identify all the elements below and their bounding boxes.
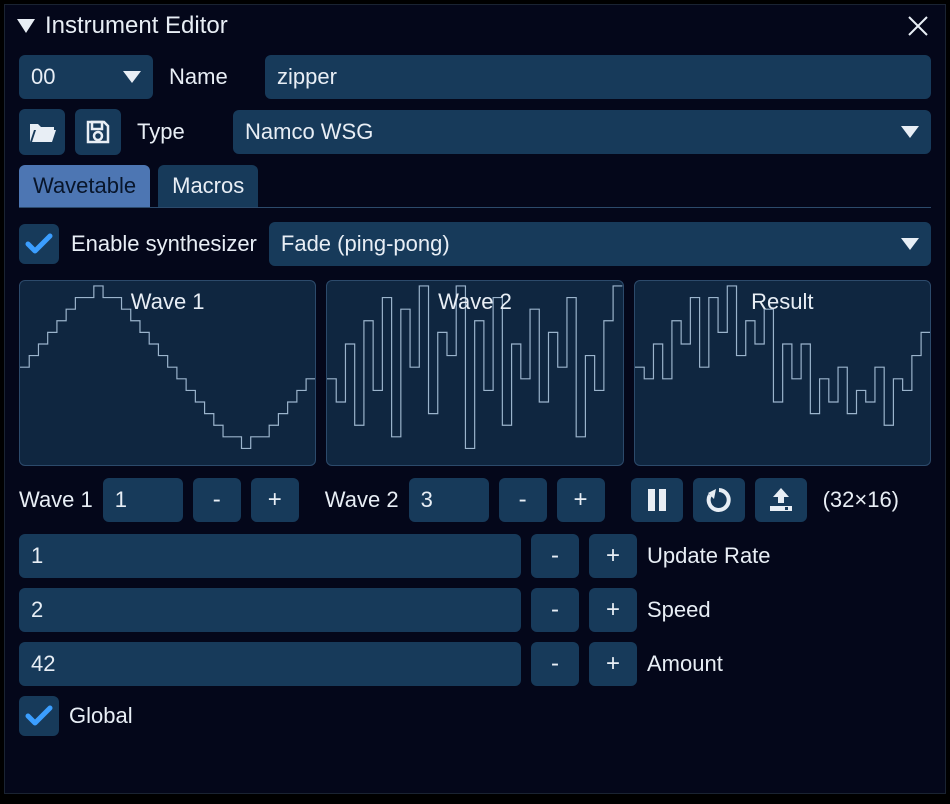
result-plot [635,281,930,465]
wave2-value: 3 [421,487,433,513]
wave1-label: Wave 1 [19,487,93,513]
open-button[interactable] [19,109,65,155]
amount-minus-button[interactable]: - [531,642,579,686]
upload-icon [768,488,794,512]
update-rate-plus-button[interactable]: + [589,534,637,578]
wave1-value: 1 [115,487,127,513]
wave2-plus-button[interactable]: + [557,478,605,522]
restart-icon [706,487,732,513]
name-value: zipper [277,64,337,90]
wave2-value-input[interactable]: 3 [409,478,489,522]
collapse-icon[interactable] [17,19,35,33]
update-rate-label: Update Rate [647,543,771,569]
speed-input[interactable]: 2 [19,588,521,632]
wave1-preview[interactable]: Wave 1 [19,280,316,466]
wave1-plot [20,281,315,465]
instrument-index-value: 00 [31,64,55,90]
pause-icon [647,489,667,511]
speed-value: 2 [31,597,43,623]
enable-synth-checkbox[interactable] [19,224,59,264]
tab-macros[interactable]: Macros [158,165,258,207]
wave1-plus-button[interactable]: + [251,478,299,522]
name-input[interactable]: zipper [265,55,931,99]
speed-plus-button[interactable]: + [589,588,637,632]
chevron-down-icon [901,126,919,138]
wave2-minus-button[interactable]: - [499,478,547,522]
amount-label: Amount [647,651,723,677]
tabs: Wavetable Macros [19,165,931,208]
window-body: 00 Name zipper Type [5,47,945,744]
wave1-minus-button[interactable]: - [193,478,241,522]
chevron-down-icon [123,71,141,83]
wave2-preview[interactable]: Wave 2 [326,280,623,466]
restart-button[interactable] [693,478,745,522]
result-preview[interactable]: Result [634,280,931,466]
save-button[interactable] [75,109,121,155]
wave2-plot [327,281,622,465]
tab-wavetable[interactable]: Wavetable [19,165,150,207]
speed-minus-button[interactable]: - [531,588,579,632]
close-icon[interactable] [903,11,933,41]
global-checkbox[interactable] [19,696,59,736]
type-value: Namco WSG [245,119,373,145]
instrument-editor-window: Instrument Editor 00 Name zipper [4,4,946,794]
update-rate-value: 1 [31,543,43,569]
folder-open-icon [28,120,56,144]
enable-synth-label: Enable synthesizer [71,231,257,257]
window-title: Instrument Editor [45,12,903,40]
amount-plus-button[interactable]: + [589,642,637,686]
global-label: Global [69,703,133,729]
amount-input[interactable]: 42 [19,642,521,686]
check-icon [25,704,53,728]
check-icon [25,232,53,256]
type-select[interactable]: Namco WSG [233,110,931,154]
update-rate-minus-button[interactable]: - [531,534,579,578]
chevron-down-icon [901,238,919,250]
speed-label: Speed [647,597,711,623]
pause-button[interactable] [631,478,683,522]
wave2-label: Wave 2 [325,487,399,513]
type-label: Type [131,119,223,145]
amount-value: 42 [31,651,55,677]
wave-dimensions: (32×16) [823,487,899,513]
wave1-value-input[interactable]: 1 [103,478,183,522]
save-icon [85,119,111,145]
update-rate-input[interactable]: 1 [19,534,521,578]
synth-mode-value: Fade (ping-pong) [281,231,450,257]
upload-button[interactable] [755,478,807,522]
synth-mode-select[interactable]: Fade (ping-pong) [269,222,931,266]
titlebar: Instrument Editor [5,5,945,47]
instrument-index-select[interactable]: 00 [19,55,153,99]
name-label: Name [163,64,255,90]
